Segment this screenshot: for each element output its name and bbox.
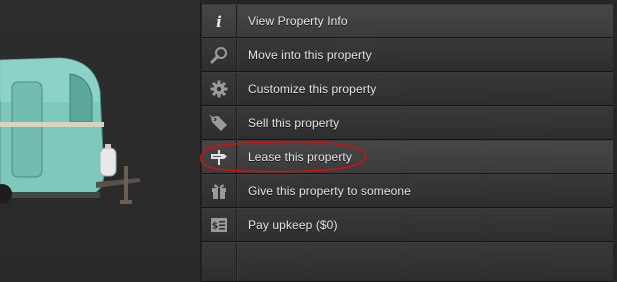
svg-text:i: i [216,13,222,29]
menu-item-view-property-info[interactable]: i View Property Info [202,4,613,38]
menu-item-label: Lease this property [248,150,352,164]
menu-item-label: View Property Info [248,14,348,28]
menu-item-sell-property[interactable]: Sell this property [202,106,613,140]
signpost-icon [211,150,227,165]
magnifier-icon [210,47,227,64]
camper-trailer-image [0,57,140,204]
menu-item-pay-upkeep[interactable]: $ Pay upkeep ($0) [202,208,613,242]
menu-item-lease-property[interactable]: Lease this property [202,140,613,174]
bill-icon: $ [211,218,227,232]
menu-item-move-into-property[interactable]: Move into this property [202,38,613,72]
gear-icon [210,80,228,98]
gift-icon [212,184,226,199]
menu-item-empty [202,242,613,282]
menu-item-label: Sell this property [248,116,340,130]
info-icon: i [216,13,222,29]
menu-item-give-property[interactable]: Give this property to someone [202,174,613,208]
context-menu: i View Property Info Move into this prop… [202,4,613,282]
menu-item-label: Pay upkeep ($0) [248,218,338,232]
menu-item-label: Give this property to someone [248,184,411,198]
price-tag-icon [209,114,227,131]
menu-item-label: Move into this property [248,48,372,62]
property-preview [0,0,200,281]
context-menu-panel: i View Property Info Move into this prop… [200,0,617,282]
svg-text:$: $ [212,222,218,232]
menu-item-customize-property[interactable]: Customize this property [202,72,613,106]
menu-item-label: Customize this property [248,82,377,96]
